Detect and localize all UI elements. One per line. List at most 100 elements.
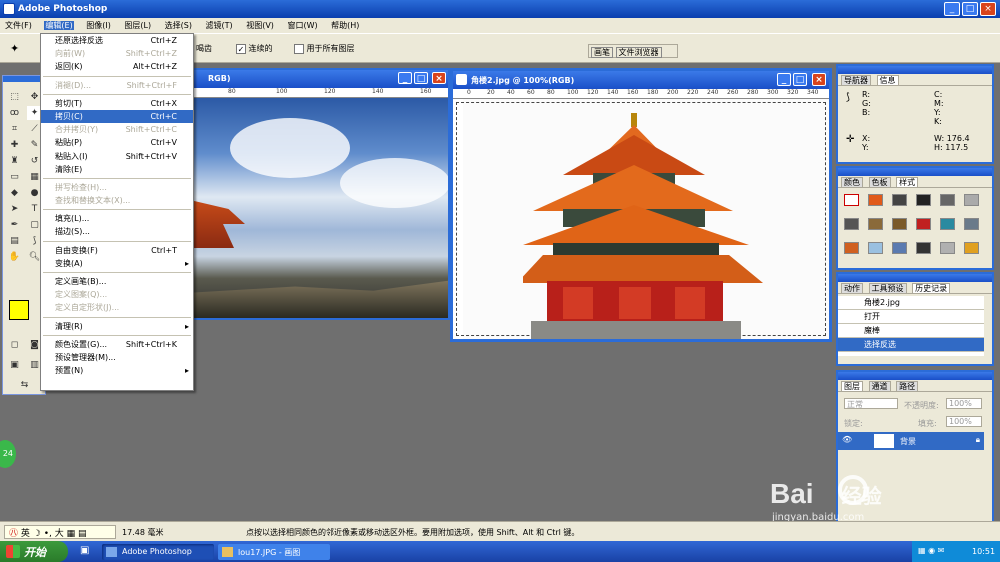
edit-menu-item[interactable]: 粘贴入(I) Shift+Ctrl+V bbox=[41, 150, 193, 163]
edit-menu-item[interactable]: 定义画笔(B)... bbox=[41, 275, 193, 288]
edit-menu-item[interactable]: 还原选择反选 Ctrl+Z bbox=[41, 34, 193, 47]
tab-actions[interactable]: 动作 bbox=[841, 283, 863, 293]
style-swatch[interactable] bbox=[868, 218, 883, 230]
menu-window[interactable]: 窗口(W) bbox=[286, 21, 318, 30]
crop-tool-icon[interactable]: ⌗ bbox=[7, 122, 22, 136]
menu-image[interactable]: 图像(I) bbox=[85, 21, 112, 30]
menu-file[interactable]: 文件(F) bbox=[4, 21, 33, 30]
taskbar-photoshop[interactable]: Adobe Photoshop bbox=[102, 544, 214, 560]
doc2-minimize-icon[interactable]: _ bbox=[777, 73, 791, 86]
jump-to-imageready-icon[interactable]: ⇆ bbox=[17, 378, 32, 392]
hand-tool-icon[interactable]: ✋ bbox=[7, 250, 22, 264]
edit-menu-item[interactable]: 填充(L)... bbox=[41, 212, 193, 225]
history-item-open[interactable]: 打开 bbox=[838, 310, 984, 324]
screen-mode-icon[interactable]: ▣ bbox=[7, 358, 22, 372]
style-swatch[interactable] bbox=[940, 242, 955, 254]
edit-menu-item[interactable]: 清理(R) ▸ bbox=[41, 320, 193, 333]
menu-view[interactable]: 视图(V) bbox=[245, 21, 275, 30]
tab-color[interactable]: 颜色 bbox=[841, 177, 863, 187]
edit-menu-item[interactable]: 自由变换(F) Ctrl+T bbox=[41, 244, 193, 257]
edit-menu-item[interactable]: 拷贝(C) Ctrl+C bbox=[41, 109, 193, 124]
all-layers-checkbox[interactable]: 用于所有图层 bbox=[294, 43, 355, 54]
style-swatch[interactable] bbox=[916, 194, 931, 206]
edit-menu-item[interactable]: 预设管理器(M)... bbox=[41, 351, 193, 364]
tab-layers[interactable]: 图层 bbox=[841, 381, 863, 391]
healing-brush-icon[interactable]: ✚ bbox=[7, 138, 22, 152]
menu-filter[interactable]: 滤镜(T) bbox=[205, 21, 234, 30]
path-select-icon[interactable]: ➤ bbox=[7, 202, 22, 216]
style-swatch[interactable] bbox=[844, 194, 859, 206]
style-swatch[interactable] bbox=[844, 242, 859, 254]
taskbar-paint[interactable]: lou17.JPG - 画图 bbox=[218, 544, 330, 560]
foreground-color-swatch[interactable] bbox=[9, 300, 29, 320]
tab-navigator[interactable]: 导航器 bbox=[841, 75, 871, 85]
style-swatch[interactable] bbox=[940, 218, 955, 230]
edit-menu-item[interactable]: 清除(E) bbox=[41, 163, 193, 176]
doc1-close-icon[interactable]: × bbox=[432, 72, 446, 84]
edit-menu-item[interactable]: 返回(K) Alt+Ctrl+Z bbox=[41, 60, 193, 73]
tab-history[interactable]: 历史记录 bbox=[912, 283, 951, 293]
edit-menu-item[interactable]: 剪切(T) Ctrl+X bbox=[41, 97, 193, 110]
tab-channels[interactable]: 通道 bbox=[868, 381, 891, 391]
style-swatch[interactable] bbox=[892, 218, 907, 230]
style-swatch[interactable] bbox=[892, 194, 907, 206]
eraser-tool-icon[interactable]: ▭ bbox=[7, 170, 22, 184]
style-swatch[interactable] bbox=[868, 194, 883, 206]
edit-menu-item[interactable]: 预置(N) ▸ bbox=[41, 364, 193, 377]
doc2-close-icon[interactable]: × bbox=[812, 73, 826, 86]
tab-file-browser[interactable]: 文件浏览器 bbox=[615, 47, 662, 58]
tab-info[interactable]: 信息 bbox=[876, 75, 899, 85]
show-desktop-icon[interactable]: ▣ bbox=[80, 545, 89, 556]
history-snapshot[interactable]: 角楼2.jpg bbox=[838, 296, 984, 310]
start-button[interactable]: 开始 bbox=[0, 541, 68, 562]
ime-toolbar[interactable]: ㊇ 英 ☽ •, 大 ▦ ▤ bbox=[4, 525, 116, 539]
edit-menu-item[interactable]: 变换(A) ▸ bbox=[41, 257, 193, 270]
maximize-icon[interactable]: □ bbox=[962, 2, 978, 16]
navigator-info-panel: 导航器 信息 ⟆ R: G: B: C: M: Y: K: ✛ X: Y: W: 176.4… bbox=[836, 64, 994, 164]
style-swatch[interactable] bbox=[844, 218, 859, 230]
pen-tool-icon[interactable]: ✒ bbox=[7, 218, 22, 232]
blend-mode-select[interactable]: 正常 bbox=[844, 398, 898, 409]
history-item-select-inverse[interactable]: 选择反选 bbox=[838, 338, 984, 352]
doc1-minimize-icon[interactable]: _ bbox=[398, 72, 412, 84]
style-swatch[interactable] bbox=[940, 194, 955, 206]
notes-tool-icon[interactable]: ▤ bbox=[7, 234, 22, 248]
tab-brushes[interactable]: 画笔 bbox=[591, 47, 613, 58]
style-swatch[interactable] bbox=[964, 194, 979, 206]
menu-layer[interactable]: 图层(L) bbox=[123, 21, 152, 30]
tab-tool-presets[interactable]: 工具预设 bbox=[868, 283, 907, 293]
opacity-input[interactable]: 100% bbox=[946, 398, 982, 409]
menu-select[interactable]: 选择(S) bbox=[164, 21, 193, 30]
layer-row-background[interactable]: 👁︎ 背景 🔒︎ bbox=[838, 432, 984, 450]
style-swatch[interactable] bbox=[892, 242, 907, 254]
document-2-canvas[interactable] bbox=[453, 99, 829, 339]
menu-help[interactable]: 帮助(H) bbox=[330, 21, 360, 30]
edit-menu-item[interactable]: 颜色设置(G)... Shift+Ctrl+K bbox=[41, 338, 193, 351]
document-1-canvas[interactable] bbox=[190, 98, 448, 318]
style-swatch[interactable] bbox=[916, 218, 931, 230]
clone-stamp-icon[interactable]: ♜ bbox=[7, 154, 22, 168]
style-swatch[interactable] bbox=[868, 242, 883, 254]
contiguous-checkbox[interactable]: ✓ 连续的 bbox=[236, 43, 273, 54]
menu-edit[interactable]: 编辑(E) bbox=[44, 21, 74, 30]
doc1-maximize-icon[interactable]: □ bbox=[414, 72, 428, 84]
doc2-maximize-icon[interactable]: □ bbox=[793, 73, 807, 86]
eye-icon[interactable]: 👁︎ bbox=[842, 435, 852, 444]
tab-swatches[interactable]: 色板 bbox=[868, 177, 891, 187]
style-swatch[interactable] bbox=[964, 242, 979, 254]
blur-tool-icon[interactable]: ◆ bbox=[7, 186, 22, 200]
lasso-tool-icon[interactable]: ꝏ bbox=[7, 106, 22, 120]
style-swatch[interactable] bbox=[964, 218, 979, 230]
minimize-icon[interactable]: _ bbox=[944, 2, 960, 16]
tab-paths[interactable]: 路径 bbox=[896, 381, 919, 391]
magic-wand-icon[interactable]: ✦ bbox=[10, 42, 19, 55]
fill-input[interactable]: 100% bbox=[946, 416, 982, 427]
close-icon[interactable]: × bbox=[980, 2, 996, 16]
edit-menu-item[interactable]: 粘贴(P) Ctrl+V bbox=[41, 136, 193, 149]
edit-menu-item[interactable]: 描边(S)... bbox=[41, 225, 193, 238]
standard-mode-icon[interactable]: ◻ bbox=[7, 338, 22, 352]
history-item-magic-wand[interactable]: 魔棒 bbox=[838, 324, 984, 338]
style-swatch[interactable] bbox=[916, 242, 931, 254]
tab-styles[interactable]: 样式 bbox=[896, 177, 919, 187]
marquee-tool-icon[interactable]: ⬚ bbox=[7, 90, 22, 104]
